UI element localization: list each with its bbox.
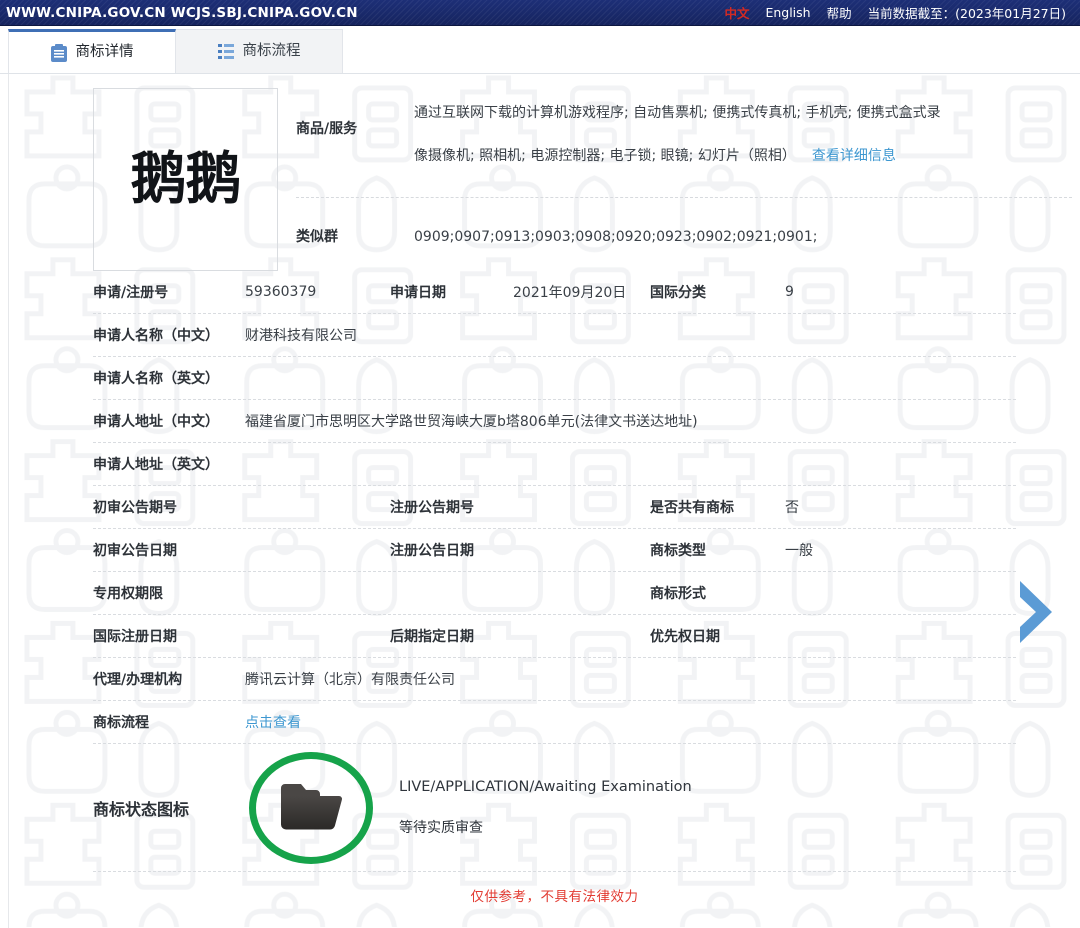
list-icon xyxy=(217,43,234,60)
application-date-label: 申请日期 xyxy=(390,285,446,301)
table-row: 申请人地址（英文） xyxy=(93,443,1016,486)
table-row: 申请人地址（中文） 福建省厦门市思明区大学路世贸海峡大厦b塔806单元(法律文书… xyxy=(93,400,1016,443)
trademark-image: 鹅鹅 xyxy=(93,88,278,271)
detail-rows: 申请/注册号 59360379 申请日期 2021年09月20日 国际分类 9 … xyxy=(9,271,1072,905)
priority-date-label: 优先权日期 xyxy=(650,629,720,645)
table-row: 申请人名称（中文） 财港科技有限公司 xyxy=(93,314,1016,357)
trademark-type-label: 商标类型 xyxy=(650,543,706,559)
goods-services-line-1: 通过互联网下载的计算机游戏程序; 自动售票机; 便携式传真机; 手机壳; 便携式… xyxy=(414,105,941,121)
right-gutter xyxy=(1074,74,1080,928)
applicant-name-cn-label: 申请人名称（中文） xyxy=(93,328,219,344)
tab-trademark-details-label: 商标详情 xyxy=(75,44,134,61)
applicant-address-cn-label: 申请人地址（中文） xyxy=(93,414,219,430)
table-row: 国际注册日期 后期指定日期 优先权日期 xyxy=(93,615,1016,658)
prelim-announcement-issue-label: 初审公告期号 xyxy=(93,500,177,516)
folder-status-icon xyxy=(249,751,373,864)
disclaimer-text: 仅供参考，不具有法律效力 xyxy=(470,889,639,905)
goods-services-line-2-wrap: 像摄像机; 照相机; 电源控制器; 电子锁; 眼镜; 幻灯片（照相） 查看详细信息 xyxy=(414,143,1014,170)
table-row: 申请/注册号 59360379 申请日期 2021年09月20日 国际分类 9 xyxy=(93,271,1016,314)
status-line-cn: 等待实质审查 xyxy=(399,819,483,836)
language-english-link[interactable]: English xyxy=(765,5,810,20)
registration-announcement-issue-label: 注册公告期号 xyxy=(390,500,474,516)
next-record-button[interactable] xyxy=(1012,573,1060,651)
application-number-label: 申请/注册号 xyxy=(93,285,169,301)
application-number-value: 59360379 xyxy=(245,284,317,300)
top-header-bar: WWW.CNIPA.GOV.CN WCJS.SBJ.CNIPA.GOV.CN 中… xyxy=(0,0,1080,26)
trademark-status-row: 商标状态图标 LIVE/APPLICATION/Awaiting Examina… xyxy=(93,744,1016,872)
subsequent-designation-date-label: 后期指定日期 xyxy=(390,629,474,645)
tab-trademark-process-label: 商标流程 xyxy=(242,43,301,60)
trademark-process-label: 商标流程 xyxy=(93,715,149,731)
goods-services-row: 商品/服务 通过互联网下载的计算机游戏程序; 自动售票机; 便携式传真机; 手机… xyxy=(296,88,1072,198)
site-url-text: WWW.CNIPA.GOV.CN WCJS.SBJ.CNIPA.GOV.CN xyxy=(6,4,358,21)
table-row: 初审公告期号 注册公告期号 是否共有商标 否 xyxy=(93,486,1016,529)
view-details-link[interactable]: 查看详细信息 xyxy=(812,148,896,164)
tab-strip: 商标详情 商标流程 xyxy=(0,26,1080,74)
applicant-name-cn-value: 财港科技有限公司 xyxy=(245,328,357,344)
intl-registration-date-label: 国际注册日期 xyxy=(93,629,177,645)
intl-class-value: 9 xyxy=(785,284,794,300)
applicant-address-en-label: 申请人地址（英文） xyxy=(93,457,219,473)
goods-services-line-2: 像摄像机; 照相机; 电源控制器; 电子锁; 眼镜; 幻灯片（照相） xyxy=(414,147,796,164)
detail-card: 鹅鹅 商品/服务 通过互联网下载的计算机游戏程序; 自动售票机; 便携式传真机;… xyxy=(8,74,1072,928)
is-shared-trademark-label: 是否共有商标 xyxy=(650,500,734,516)
exclusive-right-period-label: 专用权期限 xyxy=(93,586,163,602)
table-row: 专用权期限 商标形式 xyxy=(93,572,1016,615)
agency-value: 腾讯云计算（北京）有限责任公司 xyxy=(245,672,455,688)
trademark-type-value: 一般 xyxy=(785,543,813,559)
table-row: 代理/办理机构 腾讯云计算（北京）有限责任公司 xyxy=(93,658,1016,701)
application-date-value: 2021年09月20日 xyxy=(513,285,627,301)
applicant-name-en-label: 申请人名称（英文） xyxy=(93,371,219,387)
chevron-right-icon xyxy=(1020,581,1052,643)
trademark-status-text: LIVE/APPLICATION/Awaiting Examination 等待… xyxy=(399,780,692,835)
trademark-image-text: 鹅鹅 xyxy=(130,146,242,212)
trademark-process-link[interactable]: 点击查看 xyxy=(245,712,301,732)
prelim-announcement-date-label: 初审公告日期 xyxy=(93,543,177,559)
goods-services-label: 商品/服务 xyxy=(296,121,358,137)
goods-services-block: 商品/服务 通过互联网下载的计算机游戏程序; 自动售票机; 便携式传真机; 手机… xyxy=(296,88,1072,270)
data-cutoff-text: 当前数据截至：(2023年01月27日) xyxy=(867,6,1066,21)
registration-announcement-date-label: 注册公告日期 xyxy=(390,543,474,559)
mark-and-goods-block: 鹅鹅 商品/服务 通过互联网下载的计算机游戏程序; 自动售票机; 便携式传真机;… xyxy=(9,74,1072,271)
agency-label: 代理/办理机构 xyxy=(93,672,183,688)
tab-trademark-process[interactable]: 商标流程 xyxy=(175,29,343,73)
trademark-form-label: 商标形式 xyxy=(650,586,706,602)
help-link[interactable]: 帮助 xyxy=(827,3,852,22)
trademark-status-label: 商标状态图标 xyxy=(93,799,190,819)
page-body: 鹅鹅 商品/服务 通过互联网下载的计算机游戏程序; 自动售票机; 便携式传真机;… xyxy=(0,74,1080,928)
is-shared-trademark-value: 否 xyxy=(785,500,799,516)
status-line-en: LIVE/APPLICATION/Awaiting Examination xyxy=(399,779,692,796)
goods-services-value: 通过互联网下载的计算机游戏程序; 自动售票机; 便携式传真机; 手机壳; 便携式… xyxy=(414,100,1014,185)
intl-class-label: 国际分类 xyxy=(650,285,706,301)
applicant-address-cn-value: 福建省厦门市思明区大学路世贸海峡大厦b塔806单元(法律文书送达地址) xyxy=(245,414,698,430)
folder-glyph xyxy=(281,783,343,829)
similar-group-value: 0909;0907;0913;0903;0908;0920;0923;0902;… xyxy=(414,229,818,245)
top-header-links: 中文 English 帮助 当前数据截至：(2023年01月27日) xyxy=(724,3,1066,22)
similar-group-row: 类似群 0909;0907;0913;0903;0908;0920;0923;0… xyxy=(296,198,1072,270)
tab-trademark-details[interactable]: 商标详情 xyxy=(8,29,176,73)
table-row: 申请人名称（英文） xyxy=(93,357,1016,400)
similar-group-label: 类似群 xyxy=(296,229,338,245)
language-chinese-link[interactable]: 中文 xyxy=(724,3,749,22)
detail-content: 鹅鹅 商品/服务 通过互联网下载的计算机游戏程序; 自动售票机; 便携式传真机;… xyxy=(9,74,1072,905)
clipboard-icon xyxy=(50,43,67,62)
table-row: 初审公告日期 注册公告日期 商标类型 一般 xyxy=(93,529,1016,572)
table-row: 商标流程 点击查看 xyxy=(93,701,1016,744)
